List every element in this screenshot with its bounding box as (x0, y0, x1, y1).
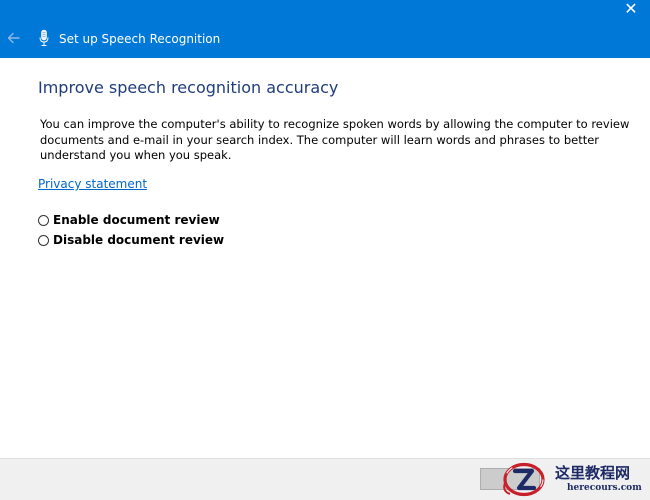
description-text: You can improve the computer's ability t… (40, 117, 630, 162)
privacy-statement-link[interactable]: Privacy statement (38, 177, 147, 191)
disable-document-review-label: Disable document review (53, 233, 225, 247)
watermark-chinese-text: 这里教程网 (555, 464, 631, 482)
watermark-logo-icon (503, 462, 545, 497)
enable-document-review-option[interactable]: Enable document review (38, 211, 220, 229)
enable-document-review-label: Enable document review (53, 213, 220, 227)
back-arrow-icon (7, 32, 20, 44)
title-bar: ✕ Set up Speech Recognition (0, 0, 650, 58)
close-icon: ✕ (624, 0, 638, 18)
watermark-url-text: herecours.com (567, 483, 642, 493)
page-heading: Improve speech recognition accuracy (38, 78, 339, 97)
main-content: Improve speech recognition accuracy You … (0, 58, 650, 458)
microphone-icon (39, 29, 49, 46)
disable-document-review-radio[interactable] (38, 234, 49, 246)
enable-document-review-radio[interactable] (38, 214, 49, 226)
speech-setup-window: ✕ Set up Speech Recognition Improve spee… (0, 0, 650, 500)
window-title: Set up Speech Recognition (59, 32, 221, 46)
close-button[interactable]: ✕ (620, 0, 642, 18)
back-button[interactable] (4, 28, 24, 48)
watermark: 这里教程网 herecours.com (500, 461, 648, 498)
disable-document-review-option[interactable]: Disable document review (38, 231, 224, 249)
